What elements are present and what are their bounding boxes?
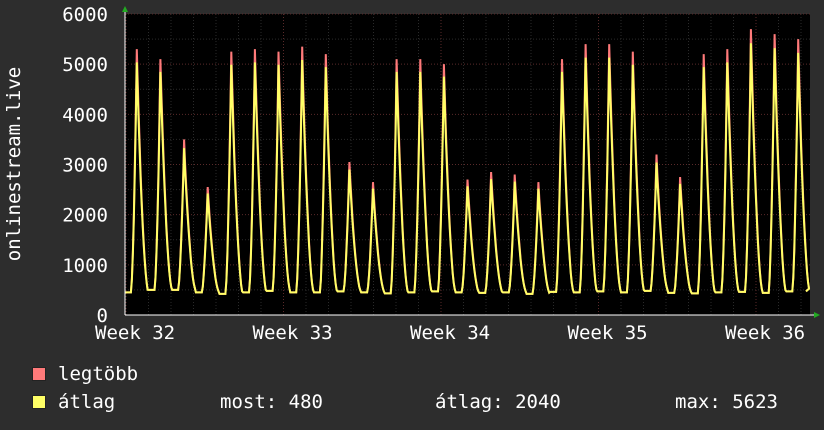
y-tick-label: 5000 xyxy=(62,54,108,76)
chart-container: 0 1000 2000 3000 4000 5000 6000 Week 32 Week 33 W… xyxy=(0,0,824,430)
stat-average: átlag: 2040 xyxy=(435,391,561,413)
x-axis-arrow xyxy=(814,312,820,318)
x-tick-label: Week 34 xyxy=(410,322,490,344)
y-axis-arrow xyxy=(122,6,128,12)
y-tick-label: 4000 xyxy=(62,104,108,126)
x-tick-label: Week 36 xyxy=(725,322,805,344)
legend-max-swatch xyxy=(32,367,46,381)
y-tick-label: 2000 xyxy=(62,205,108,227)
y-tick-label: 6000 xyxy=(62,4,108,26)
stat-now: most: 480 xyxy=(220,391,323,413)
legend-max: legtöbb xyxy=(32,363,138,385)
legend-avg: átlag xyxy=(32,391,115,413)
x-tick-label: Week 33 xyxy=(253,322,333,344)
legend-avg-swatch xyxy=(32,395,46,409)
x-tick-label: Week 32 xyxy=(95,322,175,344)
legend-avg-label: átlag xyxy=(58,391,116,413)
y-axis-title: onlinestream.live xyxy=(3,67,25,261)
stat-max: max: 5623 xyxy=(675,391,778,413)
legend-max-label: legtöbb xyxy=(58,363,139,385)
y-tick-label: 1000 xyxy=(62,255,108,277)
x-tick-label: Week 35 xyxy=(568,322,648,344)
y-tick-label: 3000 xyxy=(62,155,108,177)
